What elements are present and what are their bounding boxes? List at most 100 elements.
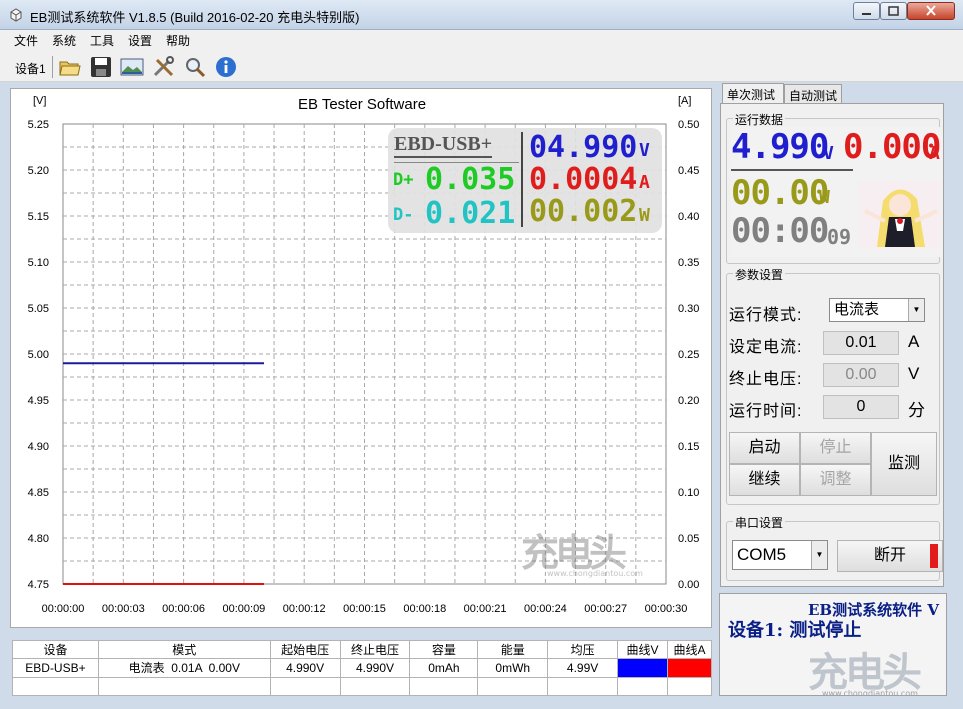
run-data-title: 运行数据	[733, 111, 786, 128]
tab-single-test[interactable]: 单次测试	[722, 83, 784, 104]
col-header-curve-v[interactable]: 曲线V	[617, 639, 668, 660]
cell-start-voltage: 4.990V	[269, 658, 341, 678]
menu-file[interactable]: 文件	[14, 32, 38, 49]
maximize-button[interactable]	[880, 2, 907, 20]
watermark-logo: 充电头 www.chongdiantou.com	[808, 650, 924, 695]
monitor-button[interactable]: 监测	[871, 432, 937, 496]
col-header-device[interactable]: 设备	[12, 639, 99, 660]
set-current-input[interactable]: 0.01	[823, 331, 899, 355]
close-button[interactable]	[907, 2, 955, 20]
run-rule	[731, 169, 853, 171]
run-time-seconds: 09	[827, 225, 852, 249]
dplus-value: 0.035	[425, 162, 516, 197]
menu-settings[interactable]: 设置	[128, 32, 152, 49]
right-panel: 运行数据 4.990 V 0.000 A 00.00 W 00:00 09 参数…	[720, 103, 944, 587]
meter-brand: EBD-USB+	[394, 133, 493, 158]
cell-energy: 0mWh	[477, 658, 549, 678]
svg-text:www.chongdiantou.com: www.chongdiantou.com	[547, 569, 643, 578]
y-left-tick-label: 5.05	[28, 303, 49, 315]
meter-power: 00.002	[529, 194, 638, 229]
x-tick-label: 00:00:06	[162, 603, 205, 615]
run-time-input[interactable]: 0	[823, 395, 899, 419]
y-right-tick-label: 0.20	[678, 395, 699, 407]
chevron-down-icon: ▼	[811, 541, 827, 569]
continue-button[interactable]: 继续	[729, 464, 800, 496]
save-button[interactable]	[88, 54, 114, 80]
x-tick-label: 00:00:00	[42, 603, 85, 615]
run-power: 00.00	[731, 173, 829, 213]
menu-bar: 文件 系统 工具 设置 帮助	[0, 30, 963, 50]
run-time: 00:00	[731, 211, 829, 251]
col-header-energy[interactable]: 能量	[477, 639, 549, 660]
x-tick-label: 00:00:03	[102, 603, 145, 615]
menu-tools[interactable]: 工具	[90, 32, 114, 49]
run-power-unit: W	[819, 187, 830, 208]
y-left-tick-label: 5.25	[28, 119, 49, 131]
disconnect-button[interactable]: 断开	[837, 540, 943, 572]
start-button[interactable]: 启动	[729, 432, 800, 464]
com-port-dropdown[interactable]: COM5 ▼	[732, 540, 828, 570]
meter-voltage: 04.990	[529, 130, 638, 165]
cell-end-voltage: 4.990V	[339, 658, 411, 678]
search-button[interactable]	[182, 54, 208, 80]
open-button[interactable]	[57, 54, 83, 80]
mode-value: 电流表	[834, 301, 880, 318]
info-icon	[216, 57, 236, 77]
y-right-tick-label: 0.00	[678, 579, 699, 591]
y-right-tick-label: 0.50	[678, 119, 699, 131]
status-message: 设备1: 测试停止	[728, 620, 862, 641]
col-header-avg-voltage[interactable]: 均压	[547, 639, 619, 660]
status-panel: EB测试系统软件 V 设备1: 测试停止 充电头 www.chongdianto…	[719, 593, 947, 696]
y-right-tick-label: 0.15	[678, 441, 699, 453]
tab-auto-test[interactable]: 自动测试	[784, 84, 842, 104]
folder-open-icon	[59, 61, 81, 76]
y-left-tick-label: 4.85	[28, 487, 49, 499]
toolbar: 设备1	[0, 50, 963, 82]
cell-curve-v-color[interactable]	[617, 658, 668, 678]
info-button[interactable]	[213, 54, 239, 80]
search-icon	[186, 58, 206, 78]
params-title: 参数设置	[733, 266, 786, 283]
end-voltage-unit: V	[908, 364, 920, 383]
end-voltage-label: 终止电压:	[729, 371, 803, 388]
col-header-start-voltage[interactable]: 起始电压	[269, 639, 341, 660]
y-left-tick-label: 5.00	[28, 349, 49, 361]
image-button[interactable]	[119, 54, 145, 80]
tools-icon	[153, 56, 174, 77]
cell-curve-a-color[interactable]	[666, 658, 713, 678]
minimize-icon	[862, 13, 871, 15]
y-left-tick-label: 5.15	[28, 211, 49, 223]
toolbar-separator	[52, 56, 53, 78]
stop-button[interactable]: 停止	[800, 432, 871, 464]
run-time-unit: 分	[908, 401, 925, 420]
y-left-tick-label: 4.75	[28, 579, 49, 591]
tools-button[interactable]	[151, 54, 177, 80]
device-label[interactable]: 设备1	[15, 60, 46, 77]
title-bar: EB测试系统软件 V1.8.5 (Build 2016-02-20 充电头特别版…	[0, 0, 963, 30]
adjust-button[interactable]: 调整	[800, 464, 871, 496]
y-right-tick-label: 0.40	[678, 211, 699, 223]
chevron-down-icon: ▼	[908, 299, 924, 321]
y-right-tick-label: 0.45	[678, 165, 699, 177]
table-row[interactable]: EBD-USB+ 电流表 0.01A 0.00V 4.990V 4.990V 0…	[12, 658, 713, 678]
results-table: 设备 模式 起始电压 终止电压 容量 能量 均压 曲线V 曲线A EBD-USB…	[12, 639, 713, 697]
col-header-mode[interactable]: 模式	[97, 639, 271, 660]
com-port-value: COM5	[737, 545, 787, 564]
dminus-label: D-	[393, 205, 414, 225]
menu-help[interactable]: 帮助	[166, 32, 190, 49]
col-header-capacity[interactable]: 容量	[409, 639, 479, 660]
y-right-tick-label: 0.10	[678, 487, 699, 499]
col-header-end-voltage[interactable]: 终止电压	[339, 639, 411, 660]
minimize-button[interactable]	[853, 2, 880, 20]
col-header-curve-a[interactable]: 曲线A	[666, 639, 713, 660]
menu-system[interactable]: 系统	[52, 32, 76, 49]
connection-status-indicator	[930, 544, 938, 568]
y-right-tick-label: 0.05	[678, 533, 699, 545]
y-left-tick-label: 4.95	[28, 395, 49, 407]
mode-label: 运行模式:	[729, 307, 803, 324]
end-voltage-input[interactable]: 0.00	[823, 363, 899, 387]
mode-dropdown[interactable]: 电流表 ▼	[829, 298, 925, 322]
disconnect-label: 断开	[873, 547, 906, 564]
meter-divider	[521, 132, 523, 227]
tab-strip: 单次测试 自动测试	[722, 83, 942, 104]
